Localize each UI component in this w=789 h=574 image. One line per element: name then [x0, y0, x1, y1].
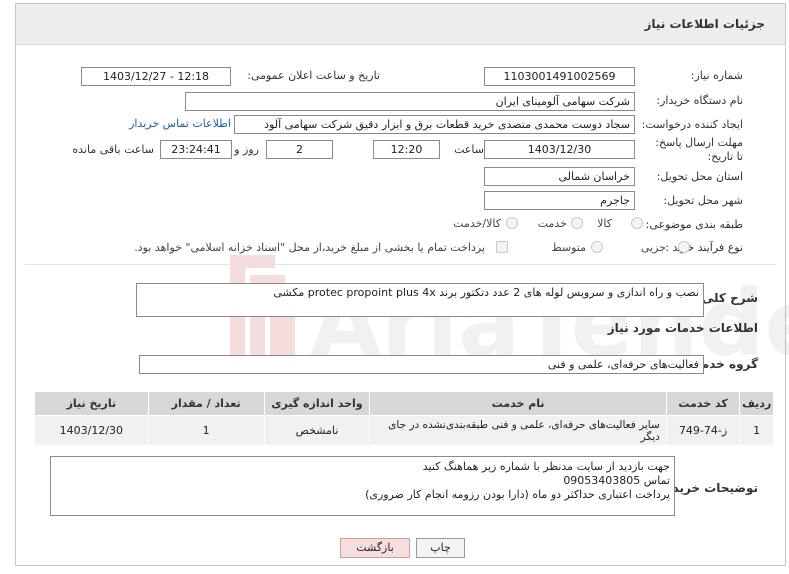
- category-radio-service[interactable]: [571, 217, 583, 229]
- summary-textarea: نصب و راه اندازی و سرویس لوله های 2 عدد …: [136, 283, 704, 317]
- province-field: خراسان شمالی: [484, 167, 635, 186]
- print-button[interactable]: چاپ: [416, 538, 465, 558]
- deadline-time-label: ساعت: [454, 143, 484, 156]
- deadline-label: مهلت ارسال پاسخ: تا تاریخ:: [655, 136, 743, 163]
- creator-label: ایجاد کننده درخواست:: [641, 118, 743, 131]
- col-service-name: نام خدمت: [369, 391, 667, 416]
- remaining-time-label: ساعت باقی مانده: [72, 143, 154, 156]
- panel-header: جزئیات اطلاعات نیاز: [16, 4, 785, 45]
- buyer-notes-textarea: جهت بازدید از سایت مدنظر با شماره زیر هم…: [50, 456, 675, 516]
- cell-quantity: 1: [147, 415, 265, 446]
- category-option-goods-service: کالا/خدمت: [453, 217, 501, 230]
- treasury-note: پرداخت تمام یا بخشی از مبلغ خرید،از محل …: [134, 241, 485, 254]
- category-label: طبقه بندی موضوعی:: [645, 218, 743, 231]
- service-group-field: فعالیت‌های حرفه‌ای، علمی و فنی: [139, 355, 704, 374]
- table-row: 1 ز-74-749 سایر فعالیت‌های حرفه‌ای، علمی…: [34, 415, 774, 446]
- buyer-notes-line: جهت بازدید از سایت مدنظر با شماره زیر هم…: [422, 460, 670, 473]
- cell-service-code: ز-74-749: [665, 415, 741, 446]
- deadline-time-field: 12:20: [373, 140, 440, 159]
- category-radio-goods[interactable]: [631, 217, 643, 229]
- col-row-number: ردیف: [739, 391, 774, 416]
- panel-title: جزئیات اطلاعات نیاز: [644, 17, 765, 31]
- divider: [25, 264, 776, 265]
- process-label: نوع فرآیند خرید :: [665, 241, 743, 254]
- city-field: جاجرم: [484, 191, 635, 210]
- remaining-time-field: 23:24:41: [160, 140, 232, 159]
- cell-row-number: 1: [739, 415, 774, 446]
- cell-need-date: 1403/12/30: [34, 415, 149, 446]
- announce-label: تاریخ و ساعت اعلان عمومی:: [247, 69, 380, 82]
- need-number-label: شماره نیاز:: [690, 69, 743, 82]
- city-label: شهر محل تحویل:: [663, 194, 743, 207]
- buyer-contact-link[interactable]: اطلاعات تماس خریدار: [129, 117, 231, 130]
- process-option-medium: متوسط: [551, 241, 586, 254]
- table-header-row: ردیف کد خدمت نام خدمت واحد اندازه گیری ت…: [34, 391, 774, 416]
- creator-field: سجاد دوست محمدی متصدی خرید قطعات برق و ا…: [234, 115, 635, 134]
- services-table: ردیف کد خدمت نام خدمت واحد اندازه گیری ت…: [34, 391, 774, 446]
- process-radio-medium[interactable]: [591, 241, 603, 253]
- cell-service-name: سایر فعالیت‌های حرفه‌ای، علمی و فنی طبقه…: [369, 415, 667, 446]
- col-service-code: کد خدمت: [665, 391, 741, 416]
- buyer-notes-line: پرداخت اعتباری حداکثر دو ماه (دارا بودن …: [365, 488, 670, 501]
- category-option-goods: کالا: [597, 217, 612, 230]
- treasury-checkbox[interactable]: [496, 241, 508, 253]
- days-field: 2: [266, 140, 333, 159]
- deadline-date-field: 1403/12/30: [484, 140, 635, 159]
- buyer-notes-line: تماس 09053403805: [563, 474, 670, 487]
- process-radio-minor[interactable]: [678, 241, 690, 253]
- announce-field: 1403/12/27 - 12:18: [81, 67, 231, 86]
- category-option-service: خدمت: [537, 217, 567, 230]
- cell-unit: نامشخص: [263, 415, 371, 446]
- col-quantity: تعداد / مقدار: [147, 391, 265, 416]
- services-section-title: اطلاعات خدمات مورد نیاز: [607, 321, 758, 335]
- process-option-minor: جزیی: [640, 241, 666, 254]
- buyer-org-label: نام دستگاه خریدار:: [656, 94, 743, 107]
- province-label: استان محل تحویل:: [656, 170, 743, 183]
- category-radio-goods-service[interactable]: [506, 217, 518, 229]
- col-need-date: تاریخ نیاز: [34, 391, 149, 416]
- days-label: روز و: [234, 143, 259, 156]
- back-button[interactable]: بازگشت: [340, 538, 410, 558]
- need-number-field: 1103001491002569: [484, 67, 635, 86]
- col-unit: واحد اندازه گیری: [263, 391, 371, 416]
- buyer-org-field: شرکت سهامی آلومینای ایران: [185, 92, 635, 111]
